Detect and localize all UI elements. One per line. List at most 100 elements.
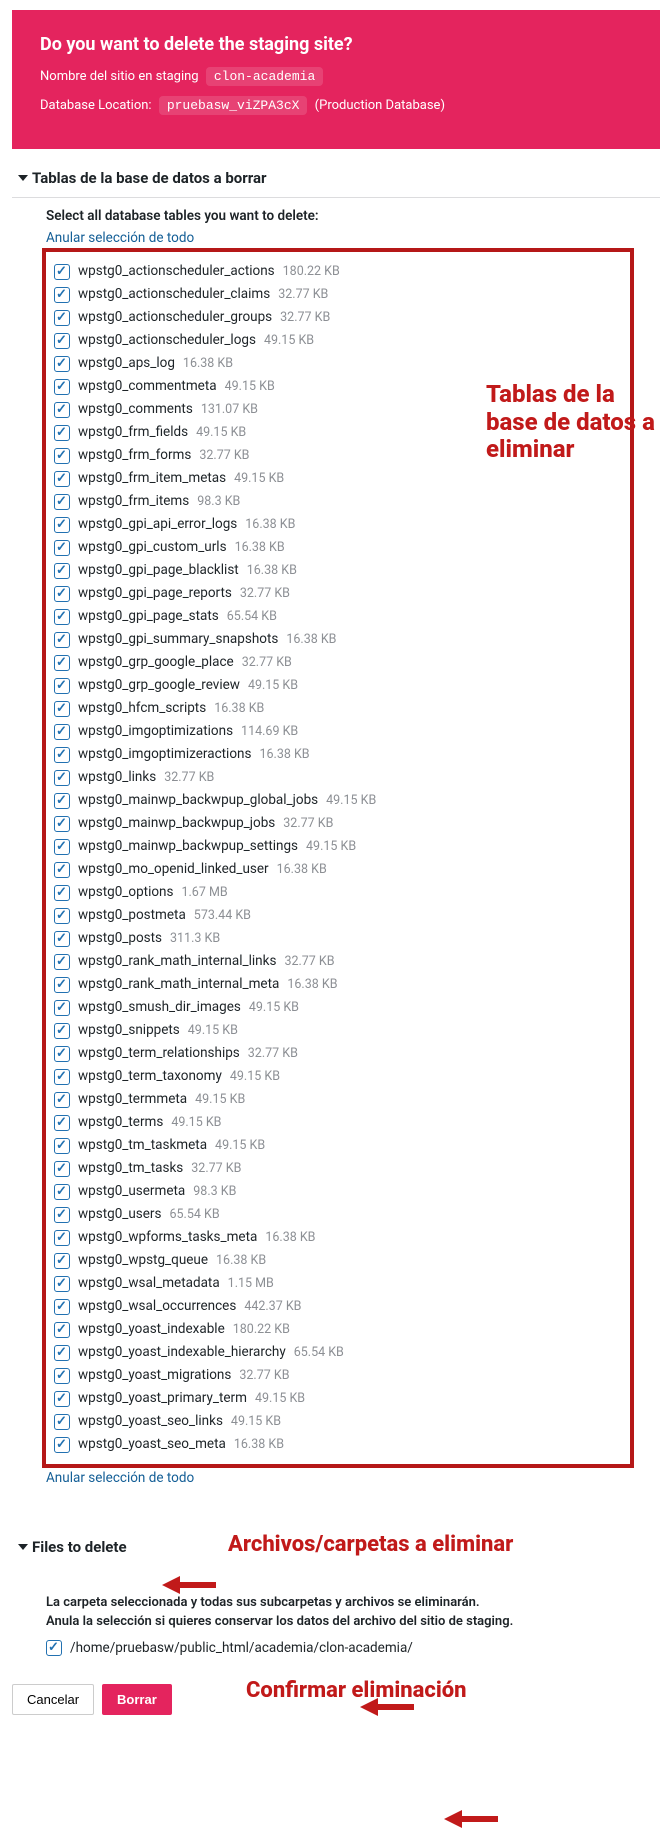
table-checkbox[interactable]	[54, 310, 70, 326]
table-row: wpstg0_tm_taskmeta49.15 KB	[54, 1134, 622, 1157]
table-name: wpstg0_yoast_seo_links	[78, 1411, 223, 1432]
table-checkbox[interactable]	[54, 1253, 70, 1269]
files-toggle[interactable]: Files to delete	[12, 1528, 660, 1566]
table-row: wpstg0_mainwp_backwpup_settings49.15 KB	[54, 835, 622, 858]
db-name: pruebasw_viZPA3cX	[159, 96, 308, 115]
table-checkbox[interactable]	[54, 1092, 70, 1108]
unselect-all-top[interactable]: Anular selección de todo	[46, 230, 194, 246]
unselect-all-bottom[interactable]: Anular selección de todo	[46, 1470, 194, 1486]
table-checkbox[interactable]	[54, 701, 70, 717]
table-size: 32.77 KB	[242, 652, 292, 673]
table-size: 114.69 KB	[241, 721, 298, 742]
table-row: wpstg0_snippets49.15 KB	[54, 1019, 622, 1042]
table-checkbox[interactable]	[54, 1230, 70, 1246]
table-checkbox[interactable]	[54, 1161, 70, 1177]
table-checkbox[interactable]	[54, 908, 70, 924]
table-size: 49.15 KB	[306, 836, 356, 857]
table-checkbox[interactable]	[54, 379, 70, 395]
table-checkbox[interactable]	[54, 1115, 70, 1131]
table-checkbox[interactable]	[54, 1207, 70, 1223]
table-checkbox[interactable]	[54, 1069, 70, 1085]
table-checkbox[interactable]	[54, 724, 70, 740]
table-checkbox[interactable]	[54, 1437, 70, 1453]
table-checkbox[interactable]	[54, 1391, 70, 1407]
table-checkbox[interactable]	[54, 1046, 70, 1062]
table-checkbox[interactable]	[54, 885, 70, 901]
table-checkbox[interactable]	[54, 1184, 70, 1200]
table-name: wpstg0_yoast_seo_meta	[78, 1434, 226, 1455]
tables-toggle[interactable]: Tablas de la base de datos a borrar	[12, 159, 660, 198]
table-checkbox[interactable]	[54, 402, 70, 418]
table-size: 131.07 KB	[201, 399, 258, 420]
table-size: 311.3 KB	[170, 928, 220, 949]
table-row: wpstg0_yoast_seo_links49.15 KB	[54, 1410, 622, 1433]
table-size: 180.22 KB	[233, 1319, 290, 1340]
table-checkbox[interactable]	[54, 1299, 70, 1315]
table-row: wpstg0_actionscheduler_claims32.77 KB	[54, 283, 622, 306]
table-checkbox[interactable]	[54, 586, 70, 602]
table-size: 32.77 KB	[278, 284, 328, 305]
table-row: wpstg0_frm_items98.3 KB	[54, 490, 622, 513]
table-checkbox[interactable]	[54, 540, 70, 556]
table-checkbox[interactable]	[54, 977, 70, 993]
table-name: wpstg0_postmeta	[78, 905, 186, 926]
table-name: wpstg0_termmeta	[78, 1089, 187, 1110]
caret-down-icon	[18, 175, 28, 181]
table-row: wpstg0_commentmeta49.15 KB	[54, 375, 622, 398]
table-checkbox[interactable]	[54, 1414, 70, 1430]
table-size: 49.15 KB	[249, 997, 299, 1018]
table-checkbox[interactable]	[54, 356, 70, 372]
table-checkbox[interactable]	[54, 678, 70, 694]
table-row: wpstg0_wpstg_queue16.38 KB	[54, 1249, 622, 1272]
table-row: wpstg0_yoast_seo_meta16.38 KB	[54, 1433, 622, 1456]
table-size: 65.54 KB	[169, 1204, 219, 1225]
table-checkbox[interactable]	[54, 471, 70, 487]
table-checkbox[interactable]	[54, 287, 70, 303]
table-row: wpstg0_yoast_migrations32.77 KB	[54, 1364, 622, 1387]
files-note-1: La carpeta seleccionada y todas sus subc…	[46, 1594, 626, 1613]
table-checkbox[interactable]	[54, 448, 70, 464]
table-row: wpstg0_actionscheduler_actions180.22 KB	[54, 260, 622, 283]
table-checkbox[interactable]	[54, 632, 70, 648]
table-size: 98.3 KB	[197, 491, 240, 512]
table-checkbox[interactable]	[54, 954, 70, 970]
table-row: wpstg0_mainwp_backwpup_global_jobs49.15 …	[54, 789, 622, 812]
table-checkbox[interactable]	[54, 494, 70, 510]
table-row: wpstg0_terms49.15 KB	[54, 1111, 622, 1134]
table-row: wpstg0_frm_forms32.77 KB	[54, 444, 622, 467]
table-checkbox[interactable]	[54, 609, 70, 625]
table-checkbox[interactable]	[54, 333, 70, 349]
table-name: wpstg0_users	[78, 1204, 161, 1225]
table-checkbox[interactable]	[54, 655, 70, 671]
table-checkbox[interactable]	[54, 747, 70, 763]
table-checkbox[interactable]	[54, 770, 70, 786]
table-checkbox[interactable]	[54, 931, 70, 947]
table-checkbox[interactable]	[54, 1368, 70, 1384]
table-checkbox[interactable]	[54, 1023, 70, 1039]
table-name: wpstg0_yoast_primary_term	[78, 1388, 247, 1409]
table-checkbox[interactable]	[54, 862, 70, 878]
table-size: 98.3 KB	[193, 1181, 236, 1202]
table-checkbox[interactable]	[54, 793, 70, 809]
table-checkbox[interactable]	[54, 517, 70, 533]
table-checkbox[interactable]	[54, 264, 70, 280]
table-checkbox[interactable]	[54, 1322, 70, 1338]
table-row: wpstg0_mo_openid_linked_user16.38 KB	[54, 858, 622, 881]
table-checkbox[interactable]	[54, 1000, 70, 1016]
table-name: wpstg0_mo_openid_linked_user	[78, 859, 269, 880]
table-size: 16.38 KB	[287, 974, 337, 995]
delete-button[interactable]: Borrar	[102, 1684, 172, 1715]
file-checkbox[interactable]	[46, 1640, 62, 1656]
table-checkbox[interactable]	[54, 839, 70, 855]
file-row: /home/pruebasw/public_html/academia/clon…	[12, 1638, 660, 1664]
table-checkbox[interactable]	[54, 816, 70, 832]
table-size: 32.77 KB	[248, 1043, 298, 1064]
table-checkbox[interactable]	[54, 1276, 70, 1292]
table-checkbox[interactable]	[54, 1138, 70, 1154]
table-checkbox[interactable]	[54, 1345, 70, 1361]
table-size: 16.38 KB	[214, 698, 264, 719]
table-row: wpstg0_grp_google_place32.77 KB	[54, 651, 622, 674]
cancel-button[interactable]: Cancelar	[12, 1684, 94, 1715]
table-checkbox[interactable]	[54, 425, 70, 441]
table-checkbox[interactable]	[54, 563, 70, 579]
